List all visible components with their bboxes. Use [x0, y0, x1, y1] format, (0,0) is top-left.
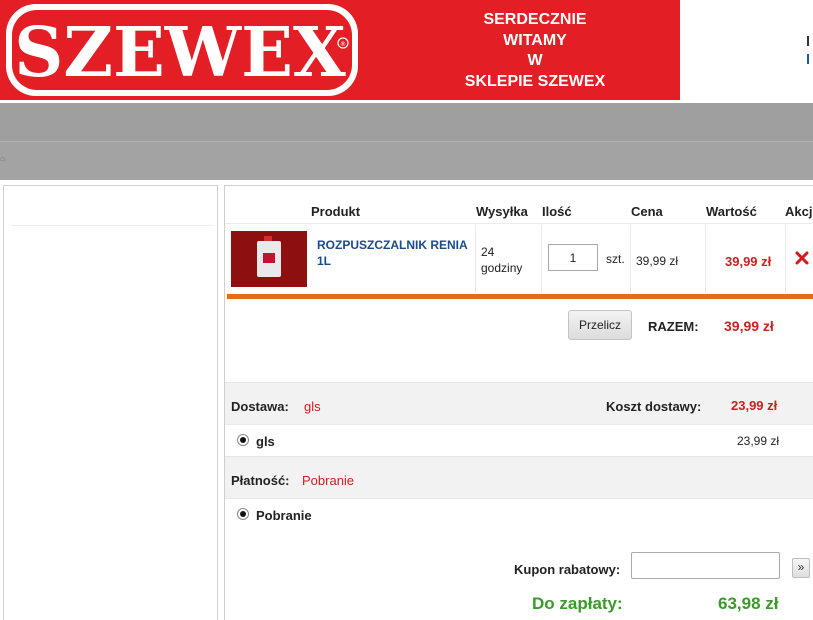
sidebar-panel: [12, 192, 214, 226]
column-header-product: Produkt: [311, 204, 361, 219]
amount-due-label: Do zapłaty:: [532, 594, 623, 613]
coupon-input[interactable]: [631, 552, 780, 579]
column-header-value: Wartość: [706, 204, 757, 219]
cart-divider: [227, 294, 813, 299]
cart-panel: Produkt Wysyłka Ilość Cena Wartość Akcje…: [224, 185, 813, 620]
close-icon[interactable]: [795, 251, 809, 265]
welcome-line: SKLEPIE SZEWEX: [464, 72, 606, 90]
total-value: 39,99 zł: [724, 318, 774, 334]
delivery-option[interactable]: gls 23,99 zł: [225, 424, 813, 456]
delivery-cost-value: 23,99 zł: [731, 398, 778, 413]
nav-strip: [0, 103, 813, 142]
header-edge-marks: [807, 36, 813, 76]
welcome-message: SERDECZNIE WITAMY W SKLEPIE SZEWEX: [430, 10, 640, 92]
cart-table-header: Produkt Wysyłka Ilość Cena Wartość Akcje: [225, 186, 813, 224]
delivery-selected: gls: [304, 399, 321, 414]
product-thumbnail[interactable]: [231, 231, 307, 287]
coupon-submit-button[interactable]: »: [792, 558, 810, 578]
payment-option[interactable]: Pobranie: [225, 498, 813, 530]
szewex-logo[interactable]: SZEWEX ®: [2, 0, 364, 100]
product-name-link[interactable]: ROZPUSZCZALNIK RENIA 1L: [317, 237, 475, 269]
svg-text:®: ®: [340, 41, 346, 48]
delivery-option-label[interactable]: gls: [256, 434, 275, 449]
payment-radio[interactable]: [237, 508, 249, 520]
delivery-band: Dostawa: gls Koszt dostawy: 23,99 zł: [225, 382, 813, 424]
unit-price: 39,99 zł: [636, 254, 679, 268]
recalculate-button[interactable]: Przelicz: [568, 310, 632, 340]
shipping-time: 24 godziny: [481, 245, 523, 275]
payment-option-label[interactable]: Pobranie: [256, 508, 312, 523]
left-sidebar: · · ·: [3, 185, 218, 620]
quantity-unit: szt.: [606, 252, 625, 266]
sidebar-dots: · · ·: [94, 616, 106, 620]
delivery-cost-label: Koszt dostawy:: [606, 399, 702, 414]
column-header-price: Cena: [631, 204, 663, 219]
header-banner: SZEWEX ® SERDECZNIE WITAMY W SKLEPIE SZE…: [0, 0, 680, 100]
payment-band: Płatność: Pobranie: [225, 456, 813, 498]
delivery-option-price: 23,99 zł: [737, 434, 780, 448]
home-icon[interactable]: ⌂: [0, 155, 6, 163]
welcome-line: WITAMY: [503, 31, 567, 49]
logo-text: SZEWEX: [14, 13, 346, 93]
quantity-input[interactable]: [548, 244, 598, 271]
delivery-label: Dostawa:: [231, 399, 289, 414]
line-value: 39,99 zł: [725, 254, 772, 269]
column-header-shipping: Wysyłka: [476, 204, 528, 219]
payment-label: Płatność:: [231, 473, 290, 488]
column-header-action: Akcje: [785, 204, 813, 219]
payment-selected: Pobranie: [302, 473, 355, 488]
welcome-line: W: [527, 52, 543, 69]
column-header-quantity: Ilość: [542, 204, 572, 219]
main-nav-bar[interactable]: [0, 103, 813, 180]
total-label: RAZEM:: [648, 319, 699, 334]
welcome-line: SERDECZNIE: [483, 11, 587, 28]
logo-graphic: SZEWEX ®: [6, 4, 358, 96]
delivery-radio[interactable]: [237, 434, 249, 446]
coupon-label: Kupon rabatowy:: [514, 562, 621, 577]
amount-due-value: 63,98 zł: [718, 594, 779, 613]
cart-item-row: ROZPUSZCZALNIK RENIA 1L 24 godziny szt. …: [225, 225, 813, 293]
